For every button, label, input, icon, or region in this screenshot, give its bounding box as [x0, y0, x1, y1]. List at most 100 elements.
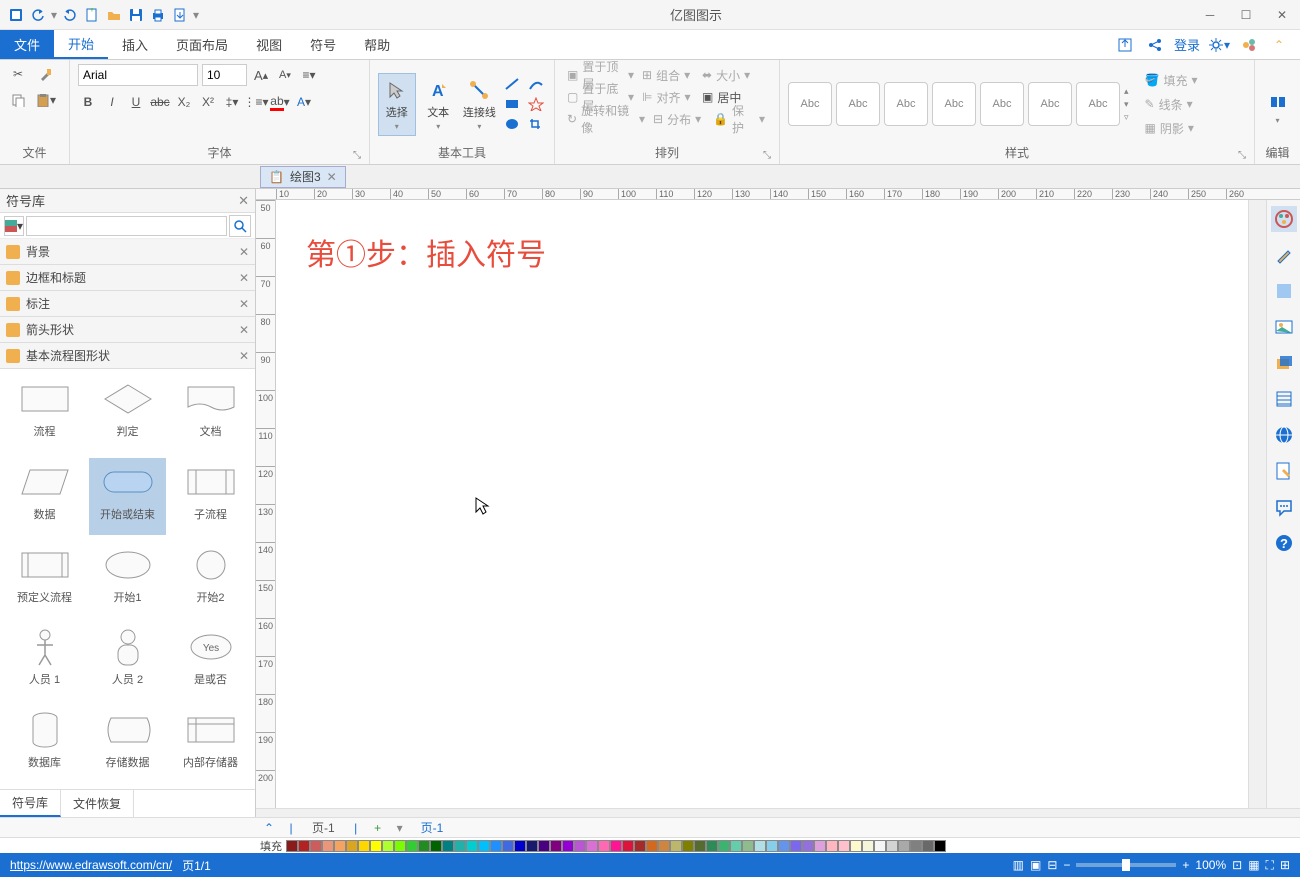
page-current-tab[interactable]: 页-1	[413, 819, 452, 836]
symbol-yes-no[interactable]: Yes是或否	[172, 623, 249, 700]
new-icon[interactable]: +	[82, 5, 102, 25]
arrange-launcher-icon[interactable]: ⤡	[763, 150, 775, 162]
subscript-icon[interactable]: X₂	[174, 92, 194, 112]
color-swatch[interactable]	[778, 840, 790, 852]
increase-font-icon[interactable]: A▴	[251, 65, 271, 85]
color-swatch[interactable]	[526, 840, 538, 852]
fill-button[interactable]: 🪣填充▾	[1141, 69, 1202, 91]
group-button[interactable]: ⊞组合▾	[638, 64, 698, 86]
menu-help[interactable]: 帮助	[350, 30, 404, 59]
paint-brush-icon[interactable]	[36, 64, 56, 84]
superscript-icon[interactable]: X²	[198, 92, 218, 112]
color-swatch[interactable]	[442, 840, 454, 852]
color-swatch[interactable]	[322, 840, 334, 852]
symbol-start-end[interactable]: 开始或结束	[89, 458, 166, 535]
color-swatch[interactable]	[838, 840, 850, 852]
color-swatch[interactable]	[574, 840, 586, 852]
color-swatch[interactable]	[718, 840, 730, 852]
symbol-start1[interactable]: 开始1	[89, 541, 166, 618]
cat-close-icon[interactable]: ✕	[239, 271, 249, 285]
symbol-decision[interactable]: 判定	[89, 375, 166, 452]
color-swatch[interactable]	[502, 840, 514, 852]
symbol-search-input[interactable]	[26, 216, 227, 236]
font-name-select[interactable]	[78, 64, 198, 86]
redo-icon[interactable]	[60, 5, 80, 25]
color-swatch[interactable]	[934, 840, 946, 852]
qat-dropdown-icon[interactable]: ▾	[50, 5, 58, 25]
style-preset-4[interactable]: Abc	[932, 82, 976, 126]
share-icon[interactable]	[1144, 34, 1166, 56]
symbol-cat-callout[interactable]: 标注✕	[0, 291, 255, 317]
qat-more-icon[interactable]: ▾	[192, 5, 200, 25]
panel-tab-symbols[interactable]: 符号库	[0, 790, 61, 817]
menu-insert[interactable]: 插入	[108, 30, 162, 59]
layer-icon[interactable]	[1271, 350, 1297, 376]
menu-view[interactable]: 视图	[242, 30, 296, 59]
zoom-in-icon[interactable]: +	[1182, 858, 1189, 872]
style-launcher-icon[interactable]: ⤡	[1238, 150, 1250, 162]
help-icon[interactable]: ?	[1271, 530, 1297, 556]
color-swatch[interactable]	[286, 840, 298, 852]
hyperlink-icon[interactable]	[1271, 422, 1297, 448]
login-button[interactable]: 登录	[1174, 34, 1200, 56]
color-swatch[interactable]	[418, 840, 430, 852]
style-preset-2[interactable]: Abc	[836, 82, 880, 126]
symbol-cat-background[interactable]: 背景✕	[0, 239, 255, 265]
style-scroll-up[interactable]: ▴	[1124, 86, 1129, 97]
color-swatch[interactable]	[430, 840, 442, 852]
color-swatch[interactable]	[766, 840, 778, 852]
panel-tab-recovery[interactable]: 文件恢复	[61, 790, 134, 817]
symbol-database[interactable]: 数据库	[6, 706, 83, 783]
view-mode-2-icon[interactable]: ▣	[1030, 858, 1041, 872]
export-icon[interactable]	[170, 5, 190, 25]
save-icon[interactable]	[126, 5, 146, 25]
image-icon[interactable]	[1271, 314, 1297, 340]
rect-shape-icon[interactable]	[502, 96, 522, 112]
distribute-button[interactable]: ⊟分布▾	[649, 108, 709, 130]
style-preset-3[interactable]: Abc	[884, 82, 928, 126]
symbol-panel-close-icon[interactable]: ✕	[238, 193, 249, 209]
undo-icon[interactable]	[28, 5, 48, 25]
symbol-data[interactable]: 数据	[6, 458, 83, 535]
cat-close-icon[interactable]: ✕	[239, 297, 249, 311]
color-swatch[interactable]	[802, 840, 814, 852]
style-preset-5[interactable]: Abc	[980, 82, 1024, 126]
zoom-out-icon[interactable]: −	[1063, 858, 1070, 872]
style-preset-6[interactable]: Abc	[1028, 82, 1072, 126]
style-expand[interactable]: ▿	[1124, 112, 1129, 123]
close-button[interactable]: ✕	[1264, 0, 1300, 30]
protect-button[interactable]: 🔒保护▾	[709, 108, 769, 130]
symbol-predefined[interactable]: 预定义流程	[6, 541, 83, 618]
fit-width-icon[interactable]: ▦	[1248, 858, 1259, 872]
search-icon[interactable]	[229, 215, 251, 237]
color-swatch[interactable]	[682, 840, 694, 852]
font-color-icon[interactable]: A▾	[294, 92, 314, 112]
symbol-cat-flowchart[interactable]: 基本流程图形状✕	[0, 343, 255, 369]
symbol-internal-storage[interactable]: 内部存储器	[172, 706, 249, 783]
color-swatch[interactable]	[910, 840, 922, 852]
color-swatch[interactable]	[586, 840, 598, 852]
properties-icon[interactable]	[1271, 386, 1297, 412]
color-swatch[interactable]	[898, 840, 910, 852]
align-button[interactable]: ⊫对齐▾	[638, 86, 698, 108]
color-swatch[interactable]	[370, 840, 382, 852]
color-swatch[interactable]	[730, 840, 742, 852]
symbol-cat-border[interactable]: 边框和标题✕	[0, 265, 255, 291]
edit-page-icon[interactable]	[1271, 458, 1297, 484]
symbol-person2[interactable]: 人员 2	[89, 623, 166, 700]
maximize-button[interactable]: ☐	[1228, 0, 1264, 30]
color-swatch[interactable]	[598, 840, 610, 852]
theme-icon[interactable]	[1271, 206, 1297, 232]
qat-thumbnail-icon[interactable]	[6, 5, 26, 25]
color-swatch[interactable]	[478, 840, 490, 852]
curve-shape-icon[interactable]	[526, 76, 546, 92]
document-tab[interactable]: 📋 绘图3 ✕	[260, 166, 346, 188]
status-url[interactable]: https://www.edrawsoft.com/cn/	[10, 858, 172, 872]
doc-tab-close-icon[interactable]: ✕	[327, 170, 337, 184]
settings-icon[interactable]: ▾	[1208, 34, 1230, 56]
page-menu-icon[interactable]: ▾	[391, 821, 409, 835]
find-button[interactable]: ▾	[1263, 80, 1292, 129]
highlight-icon[interactable]: ab▾	[270, 92, 290, 112]
color-swatch[interactable]	[514, 840, 526, 852]
font-launcher-icon[interactable]: ⤡	[353, 150, 365, 162]
